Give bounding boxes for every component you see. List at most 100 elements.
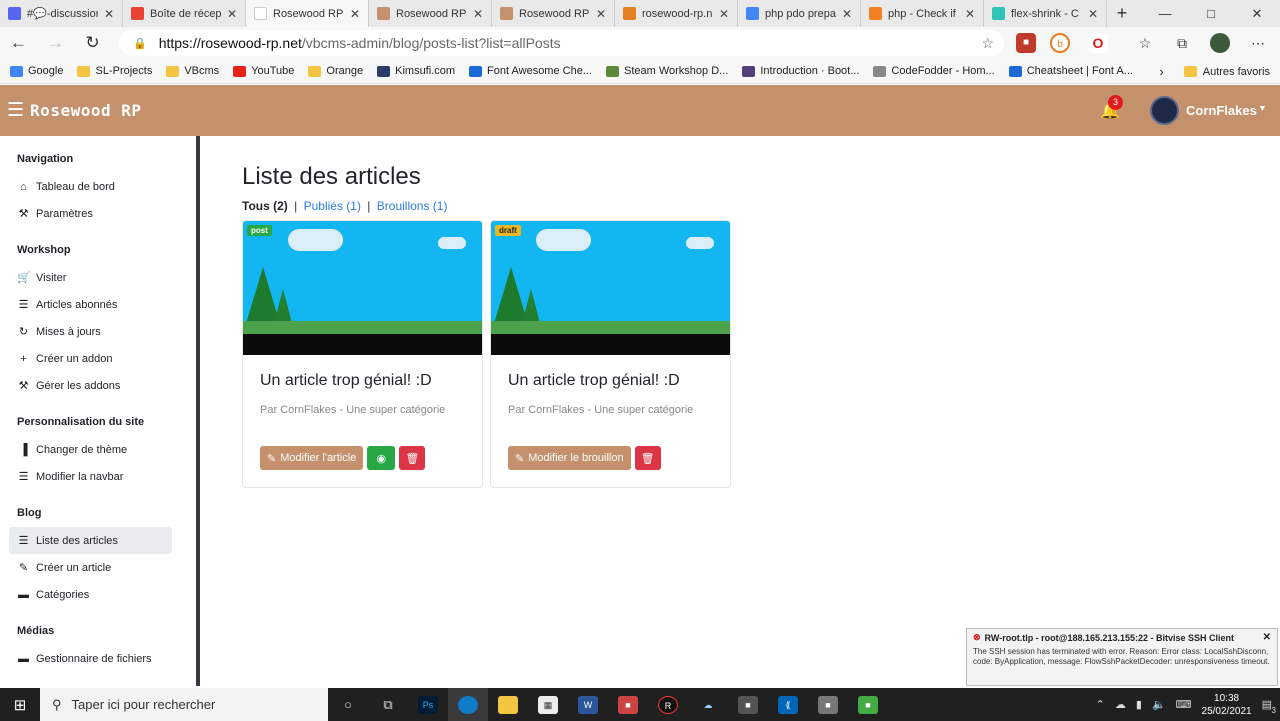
chevron-down-icon[interactable]: ▼ xyxy=(1258,103,1267,113)
close-icon[interactable]: ✕ xyxy=(719,7,729,21)
brand-logo[interactable]: Rosewood RP xyxy=(30,101,141,120)
chevron-up-icon[interactable]: ⌃ xyxy=(1096,698,1105,711)
reload-icon[interactable]: ↻ xyxy=(74,33,111,53)
volume-icon[interactable]: 🔈 xyxy=(1152,698,1166,711)
taskbar-search[interactable]: ⚲ Taper ici pour rechercher xyxy=(40,688,328,721)
bookmark-item[interactable]: Steam Workshop D... xyxy=(606,65,728,77)
filter-published[interactable]: Publiés (1) xyxy=(304,199,361,213)
back-icon[interactable]: ← xyxy=(0,33,37,53)
browser-tab[interactable]: Rosewood RP ✕ xyxy=(492,0,615,27)
edit-post-button[interactable]: ✎ Modifier le brouillon xyxy=(508,446,631,470)
avatar[interactable] xyxy=(1150,96,1179,125)
ssh-notification[interactable]: ⊗ RW-root.tlp - root@188.165.213.155:22 … xyxy=(966,628,1278,686)
opera-icon[interactable]: O xyxy=(1088,33,1108,53)
filter-all[interactable]: Tous (2) xyxy=(242,199,288,213)
app-icon[interactable]: R xyxy=(648,688,688,721)
close-icon[interactable]: ✕ xyxy=(596,7,606,21)
word-icon[interactable]: W xyxy=(568,688,608,721)
close-icon[interactable]: ✕ xyxy=(1088,7,1098,21)
bookmark-item[interactable]: SL-Projects xyxy=(77,65,152,77)
sidebar-item[interactable]: ☰ Modifier la navbar xyxy=(9,463,172,490)
post-thumbnail[interactable]: draft xyxy=(491,221,730,355)
sidebar-item[interactable]: + Créer un addon xyxy=(9,345,172,372)
forward-icon[interactable]: → xyxy=(37,33,74,53)
menu-toggle-icon[interactable]: ☰ xyxy=(7,99,24,122)
close-icon[interactable]: ✕ xyxy=(842,7,852,21)
url-bar[interactable]: 🔒 https://rosewood-rp.net/vbcms-admin/bl… xyxy=(119,30,1004,56)
close-icon[interactable]: ✕ xyxy=(104,7,114,21)
app-icon[interactable]: ■ xyxy=(608,688,648,721)
clock[interactable]: 10:38 25/02/2021 xyxy=(1202,692,1252,718)
extension-icon[interactable]: b xyxy=(1050,33,1070,53)
favorites-icon[interactable]: ☆ xyxy=(1135,33,1155,53)
bookmark-item[interactable]: Google xyxy=(10,65,63,77)
close-icon[interactable]: ✕ xyxy=(350,7,360,21)
bookmark-item[interactable]: CodeFodder - Hom... xyxy=(873,65,995,77)
close-icon[interactable]: ✕ xyxy=(965,7,975,21)
maximize-icon[interactable]: □ xyxy=(1188,0,1234,27)
bookmark-item[interactable]: Introduction · Boot... xyxy=(742,65,859,77)
photoshop-icon[interactable]: Ps xyxy=(408,688,448,721)
notification-center-icon[interactable]: ▤ 3 xyxy=(1262,698,1276,715)
filter-drafts[interactable]: Brouillons (1) xyxy=(377,199,448,213)
sidebar-item[interactable]: ✎ Créer un article xyxy=(9,554,172,581)
cloud-icon[interactable]: ☁ xyxy=(1115,698,1126,711)
sidebar-item[interactable]: ☰ Articles abonnés xyxy=(9,291,172,318)
app-icon[interactable]: ■ xyxy=(808,688,848,721)
browser-tab[interactable]: flex-shrink - C ✕ xyxy=(984,0,1107,27)
sidebar-item[interactable]: ▐ Changer de thème xyxy=(9,436,172,463)
close-icon[interactable]: ✕ xyxy=(1263,632,1271,643)
browser-tab[interactable]: #💬-discussion ✕ xyxy=(0,0,123,27)
windows-start-icon[interactable]: ⊞ xyxy=(0,696,40,714)
close-icon[interactable]: ✕ xyxy=(1234,0,1280,27)
bookmark-item[interactable]: VBcms xyxy=(166,65,219,77)
cortana-icon[interactable]: ○ xyxy=(328,688,368,721)
store-icon[interactable]: ▦ xyxy=(528,688,568,721)
edit-post-button[interactable]: ✎ Modifier l'article xyxy=(260,446,364,470)
more-options-icon[interactable]: ⋯ xyxy=(1248,33,1268,53)
sidebar-item[interactable]: ▬ Catégories xyxy=(9,581,172,608)
extension-icon[interactable]: ■ xyxy=(1016,33,1036,53)
browser-tab[interactable]: Boîte de récep ✕ xyxy=(123,0,246,27)
browser-tab[interactable]: Rosewood RP | ✕ xyxy=(246,0,369,27)
view-post-button[interactable]: ◉ xyxy=(367,446,396,470)
app-icon[interactable]: ■ xyxy=(728,688,768,721)
bookmark-item[interactable]: Font Awesome Che... xyxy=(469,65,592,77)
post-thumbnail[interactable]: post xyxy=(243,221,482,355)
minimize-icon[interactable]: — xyxy=(1142,0,1188,27)
bookmark-item[interactable]: Cheatsheet | Font A... xyxy=(1008,65,1133,77)
browser-tab[interactable]: php - Check if ✕ xyxy=(861,0,984,27)
bookmark-item[interactable]: YouTube xyxy=(233,65,294,77)
collections-icon[interactable]: ⧉ xyxy=(1172,33,1192,53)
sidebar-item[interactable]: ⌂ Tableau de bord xyxy=(9,173,172,200)
chevron-right-icon[interactable]: › xyxy=(1159,64,1163,79)
close-icon[interactable]: ✕ xyxy=(473,7,483,21)
other-bookmarks[interactable]: › Autres favoris xyxy=(1159,59,1270,84)
sidebar-item[interactable]: ⚒ Paramètres xyxy=(9,200,172,227)
sidebar-item[interactable]: 🛒 Visiter xyxy=(9,264,172,291)
file-explorer-icon[interactable] xyxy=(488,688,528,721)
task-view-icon[interactable]: ⧉ xyxy=(368,688,408,721)
app-icon[interactable]: ☁ xyxy=(688,688,728,721)
keyboard-icon[interactable]: ⌨ xyxy=(1176,698,1192,711)
delete-post-button[interactable]: 🗑 xyxy=(399,446,426,470)
browser-tab[interactable]: rosewood-rp.n ✕ xyxy=(615,0,738,27)
browser-tab[interactable]: Rosewood RP ✕ xyxy=(369,0,492,27)
sidebar-item[interactable]: ⚒ Gérer les addons xyxy=(9,372,172,399)
browser-tab[interactable]: php pdo prepa ✕ xyxy=(738,0,861,27)
bookmark-item[interactable]: Kimsufi.com xyxy=(377,65,455,77)
sidebar-item[interactable]: ↻ Mises à jours xyxy=(9,318,172,345)
battery-icon[interactable]: ▮ xyxy=(1136,698,1142,711)
sidebar-item[interactable]: ▬ Gestionnaire de fichiers xyxy=(9,645,172,672)
sidebar-item[interactable]: ☰ Liste des articles xyxy=(9,527,172,554)
close-icon[interactable]: ✕ xyxy=(227,7,237,21)
favorite-star-icon[interactable]: ☆ xyxy=(981,35,994,52)
post-title[interactable]: Un article trop génial! :D xyxy=(260,372,482,390)
edge-icon[interactable] xyxy=(448,688,488,721)
vscode-icon[interactable]: ⟪ xyxy=(768,688,808,721)
profile-icon[interactable] xyxy=(1210,33,1230,53)
delete-post-button[interactable]: 🗑 xyxy=(634,446,661,470)
user-menu[interactable]: CornFlakes xyxy=(1186,103,1257,118)
bookmark-item[interactable]: Orange xyxy=(308,65,363,77)
app-icon[interactable]: ■ xyxy=(848,688,888,721)
